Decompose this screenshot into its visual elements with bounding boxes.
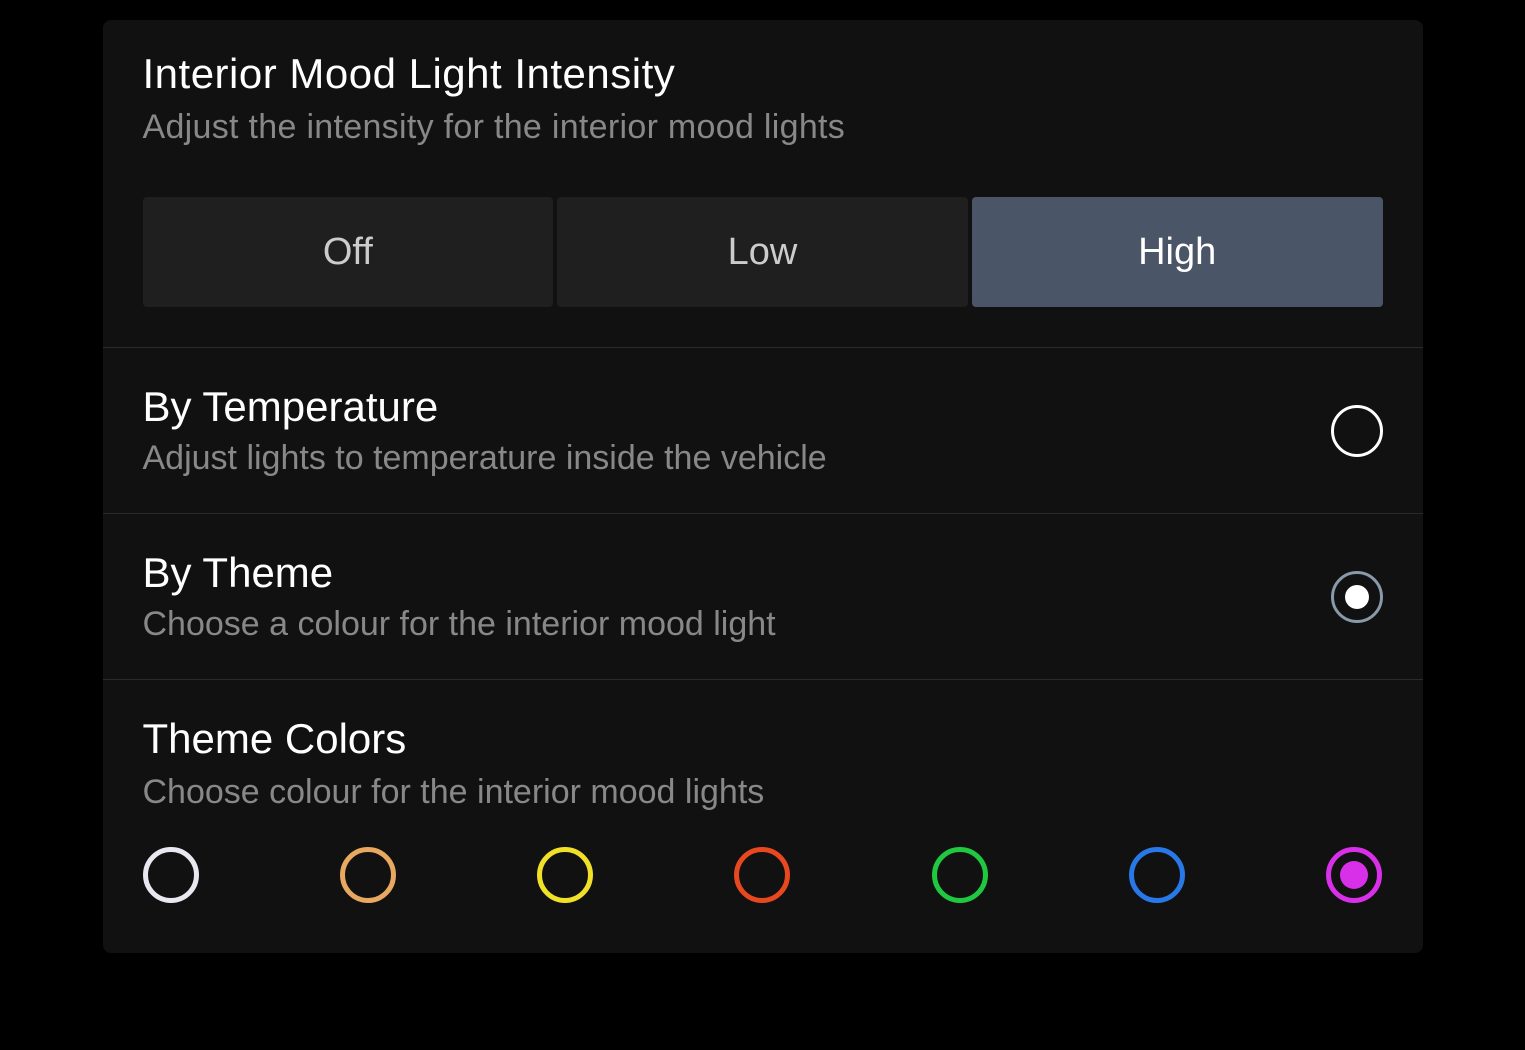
theme-colors-title: Theme Colors (143, 715, 1383, 763)
by-temperature-title: By Temperature (143, 383, 1331, 431)
intensity-option-low[interactable]: Low (557, 197, 968, 307)
theme-colors-section: Theme Colors Choose colour for the inter… (103, 680, 1423, 812)
by-temperature-text: By Temperature Adjust lights to temperat… (143, 383, 1331, 478)
intensity-section: Interior Mood Light Intensity Adjust the… (103, 20, 1423, 348)
color-swatch-yellow[interactable] (537, 847, 593, 903)
by-theme-row[interactable]: By Theme Choose a colour for the interio… (103, 514, 1423, 680)
color-swatch-green[interactable] (932, 847, 988, 903)
intensity-segmented-control: Off Low High (143, 197, 1383, 307)
by-temperature-row[interactable]: By Temperature Adjust lights to temperat… (103, 348, 1423, 514)
color-swatches-row (103, 812, 1423, 953)
color-swatch-white[interactable] (143, 847, 199, 903)
settings-panel: Interior Mood Light Intensity Adjust the… (103, 20, 1423, 953)
by-theme-subtitle: Choose a colour for the interior mood li… (143, 605, 1331, 644)
intensity-option-off[interactable]: Off (143, 197, 554, 307)
settings-container: Interior Mood Light Intensity Adjust the… (103, 20, 1423, 953)
theme-colors-subtitle: Choose colour for the interior mood ligh… (143, 773, 1383, 812)
color-swatch-red[interactable] (734, 847, 790, 903)
by-theme-title: By Theme (143, 549, 1331, 597)
color-swatch-magenta[interactable] (1326, 847, 1382, 903)
color-swatch-orange[interactable] (340, 847, 396, 903)
intensity-subtitle: Adjust the intensity for the interior mo… (143, 108, 1383, 147)
by-theme-radio[interactable] (1331, 571, 1383, 623)
intensity-title: Interior Mood Light Intensity (143, 50, 1383, 98)
by-temperature-radio[interactable] (1331, 405, 1383, 457)
by-theme-text: By Theme Choose a colour for the interio… (143, 549, 1331, 644)
color-swatch-blue[interactable] (1129, 847, 1185, 903)
intensity-option-high[interactable]: High (972, 197, 1383, 307)
by-temperature-subtitle: Adjust lights to temperature inside the … (143, 439, 1331, 478)
